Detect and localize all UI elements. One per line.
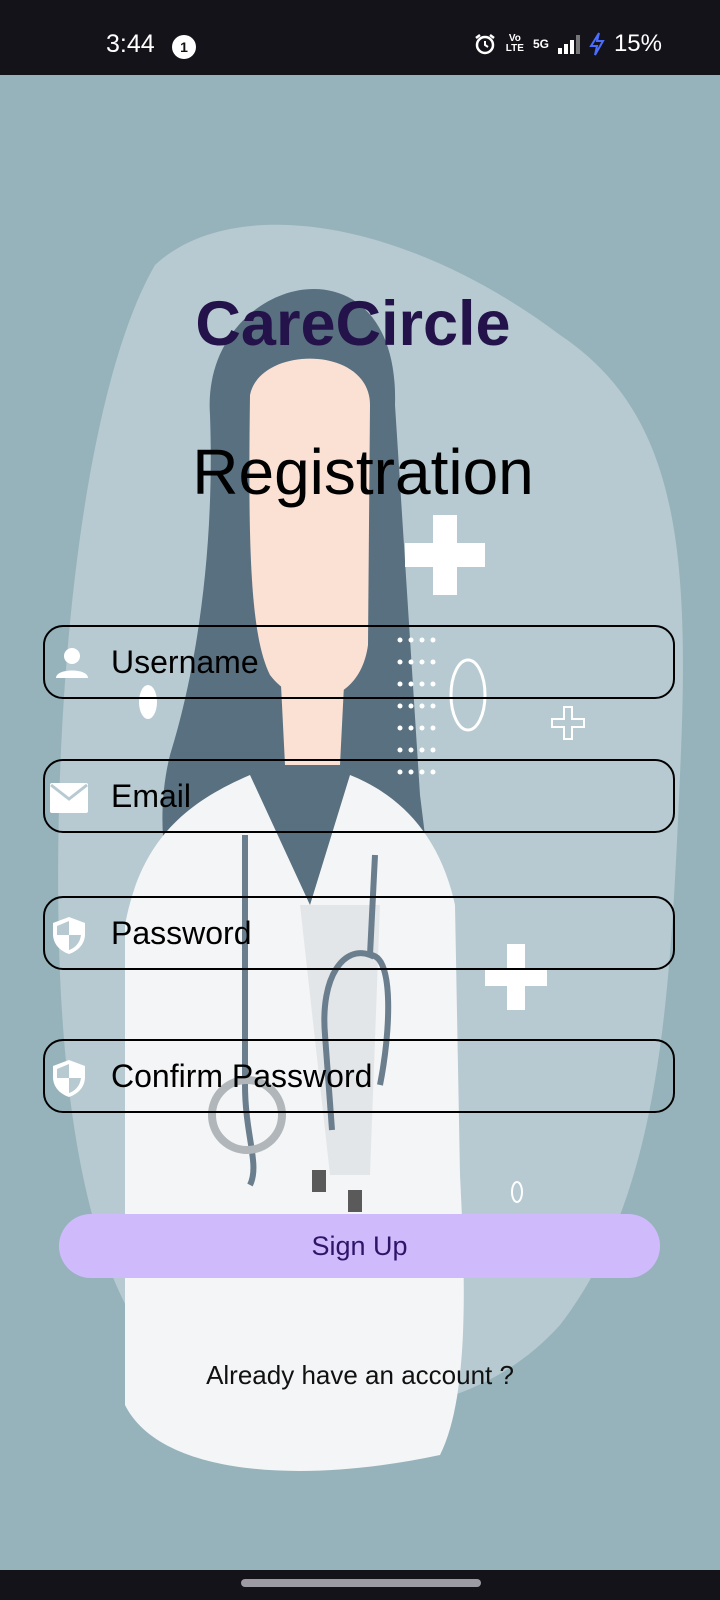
email-field[interactable] <box>43 759 675 833</box>
volte-indicator: Vo LTE <box>505 33 524 54</box>
mail-icon <box>50 783 88 813</box>
registration-screen: 3:44 1 Vo LTE 5G 15% CareCircle Registra… <box>0 0 720 1600</box>
network-type: 5G <box>532 37 549 51</box>
notification-badge: 1 <box>172 35 196 59</box>
home-gesture-handle[interactable] <box>241 1579 481 1587</box>
shield-icon <box>53 1060 85 1097</box>
email-input[interactable] <box>111 761 651 831</box>
signal-icon <box>557 34 580 54</box>
status-bar: 3:44 1 Vo LTE 5G 15% <box>0 0 720 75</box>
confirm-password-field[interactable] <box>43 1039 675 1113</box>
charging-bolt-icon <box>589 32 605 56</box>
confirm-password-input[interactable] <box>111 1041 651 1111</box>
page-title: Registration <box>192 436 534 508</box>
password-input[interactable] <box>111 898 651 968</box>
status-time: 3:44 <box>106 30 155 58</box>
status-icons: Vo LTE 5G 15% <box>473 30 662 58</box>
password-field[interactable] <box>43 896 675 970</box>
login-link[interactable]: Already have an account ? <box>0 1360 720 1391</box>
alarm-icon <box>475 34 495 55</box>
app-title: CareCircle <box>195 289 511 359</box>
battery-level: 15% <box>613 30 662 57</box>
sign-up-button[interactable]: Sign Up <box>59 1214 660 1278</box>
username-field[interactable] <box>43 625 675 699</box>
person-icon <box>56 648 88 678</box>
navigation-bar <box>0 1570 720 1600</box>
username-input[interactable] <box>111 627 651 697</box>
shield-icon <box>53 917 85 954</box>
